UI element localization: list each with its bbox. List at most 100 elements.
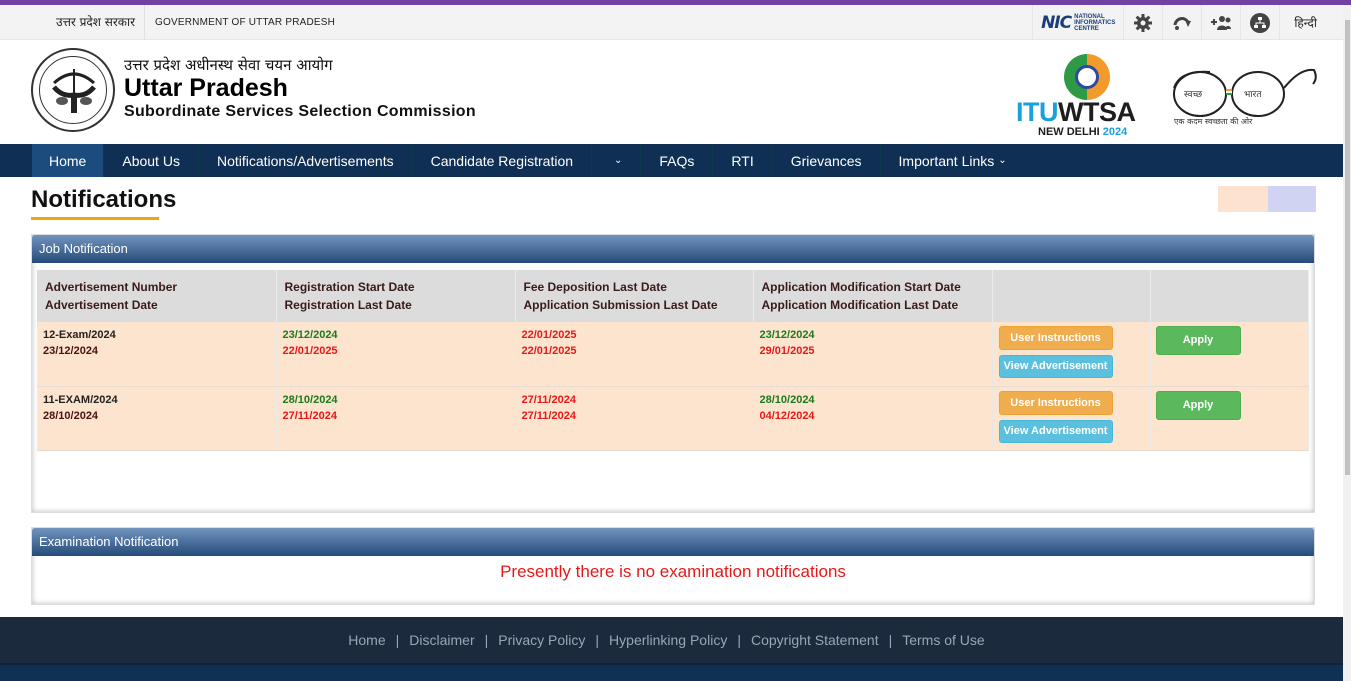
up-state-emblem-logo[interactable] (31, 48, 115, 132)
cell-actions: User Instructions View Advertisement (992, 322, 1151, 387)
footer-link-copyright-statement[interactable]: Copyright Statement (751, 632, 879, 648)
job-notification-table: Advertisement Number Advertisement Date R… (37, 270, 1309, 451)
itu-wtsa-logo[interactable]: ITUWTSA NEW DELHI 2024 (1016, 54, 1158, 140)
nav-more-dropdown[interactable]: ⌄ (592, 144, 642, 177)
header-line: Advertisement Date (45, 298, 158, 312)
apply-button[interactable]: Apply (1155, 390, 1241, 420)
job-notification-heading: Job Notification (32, 235, 1314, 263)
nav-about-us[interactable]: About Us (104, 144, 199, 177)
header-line: Application Modification Last Date (761, 298, 959, 312)
nav-label: Grievances (790, 152, 862, 169)
examination-notification-panel: Examination Notification Presently there… (31, 526, 1315, 605)
chevron-down-icon: ⌄ (614, 155, 623, 166)
header-apply (1150, 270, 1309, 322)
nic-mark: NIC (1041, 12, 1072, 33)
swachh-left-text: स्वच्छ (1184, 90, 1203, 100)
sitemap-button[interactable] (1240, 5, 1279, 40)
nav-grievances[interactable]: Grievances (773, 144, 881, 177)
table-spacer (37, 451, 1309, 512)
footer-separator: | (595, 632, 600, 648)
language-link-hindi[interactable]: हिन्दी (1288, 14, 1323, 31)
language-toggle[interactable]: हिन्दी (1279, 5, 1331, 40)
skip-to-content-icon (1171, 12, 1193, 34)
accessibility-users-button[interactable] (1201, 5, 1240, 40)
accessibility-users-icon (1210, 12, 1232, 34)
itu-globe-icon (1064, 54, 1110, 100)
no-examination-message: Presently there is no examination notifi… (500, 561, 846, 581)
nav-notifications-advertisements[interactable]: Notifications/Advertisements (199, 144, 413, 177)
header-registration: Registration Start Date Registration Last… (276, 270, 516, 322)
site-footer: Home | Disclaimer | Privacy Policy | Hyp… (0, 617, 1343, 681)
header-line: Registration Last Date (284, 298, 412, 312)
site-title: Uttar Pradesh (124, 74, 288, 102)
footer-link-terms-of-use[interactable]: Terms of Use (902, 632, 984, 648)
nav-candidate-registration[interactable]: Candidate Registration (413, 144, 593, 177)
gov-hindi-label: उत्तर प्रदेश सरकार (47, 5, 146, 40)
advertisement-date: 28/10/2024 (43, 409, 99, 422)
itu-year: 2024 (1102, 126, 1128, 138)
examination-notification-heading: Examination Notification (32, 527, 1314, 556)
footer-link-hyperlinking-policy[interactable]: Hyperlinking Policy (609, 632, 727, 648)
nav-rti[interactable]: RTI (713, 144, 773, 177)
cell-actions: User Instructions View Advertisement (992, 386, 1151, 451)
emblem-bow-icon (52, 69, 96, 113)
site-subtitle: Subordinate Services Selection Commissio… (124, 103, 476, 120)
registration-last-date: 22/01/2025 (282, 345, 338, 357)
nav-home[interactable]: Home (32, 144, 105, 177)
footer-link-home[interactable]: Home (348, 632, 385, 648)
swachh-bharat-logo[interactable]: स्वच्छ भारत एक कदम स्वच्छता की ओर (1170, 58, 1318, 128)
nav-important-links[interactable]: Important Links ⌄ (881, 144, 1025, 177)
nic-text-line: CENTRE (1074, 25, 1099, 32)
cell-advertisement: 11-EXAM/2024 28/10/2024 (37, 386, 277, 451)
view-advertisement-button[interactable]: View Advertisement (998, 355, 1113, 378)
skip-to-content-button[interactable] (1162, 5, 1201, 40)
advertisement-date: 23/12/2024 (43, 345, 99, 357)
header-line: Registration Start Date (284, 280, 415, 294)
color-theme-swatch-lavender[interactable] (1268, 186, 1316, 212)
gov-english-label: GOVERNMENT OF UTTAR PRADESH (155, 17, 336, 28)
cell-apply: Apply (1150, 386, 1309, 451)
registration-last-date: 27/11/2024 (282, 409, 337, 422)
itu-city: NEW DELHI (1038, 126, 1100, 138)
color-theme-swatch-peach[interactable] (1218, 186, 1272, 212)
header-fee-submission: Fee Deposition Last Date Application Subm… (515, 270, 754, 322)
cell-registration: 28/10/2024 27/11/2024 (276, 386, 516, 451)
cell-fee-submission: 22/01/2025 22/01/2025 (515, 322, 754, 387)
footer-link-disclaimer[interactable]: Disclaimer (409, 632, 474, 648)
main-navigation: Home About Us Notifications/Advertisemen… (0, 144, 1351, 177)
swachh-tagline: एक कदम स्वच्छता की ओर (1174, 117, 1253, 126)
page-title: Notifications (31, 186, 176, 220)
cell-apply: Apply (1150, 322, 1309, 387)
registration-start-date: 23/12/2024 (282, 329, 338, 341)
sitemap-icon (1249, 12, 1271, 34)
main-content: Notifications Job Notification Advertise… (0, 177, 1351, 605)
settings-button[interactable] (1123, 5, 1162, 40)
itu-word: ITU (1016, 97, 1059, 127)
view-advertisement-button[interactable]: View Advertisement (998, 419, 1113, 443)
footer-bottom-bar (0, 663, 1343, 681)
nav-label: Notifications/Advertisements (216, 152, 394, 169)
nic-text: NATIONAL INFORMATICS CENTRE (1074, 14, 1115, 32)
advertisement-number: 11-EXAM/2024 (43, 393, 118, 406)
footer-link-privacy-policy[interactable]: Privacy Policy (498, 632, 585, 648)
job-notification-panel: Job Notification Advertisement Number Adv… (31, 234, 1315, 513)
site-header: उत्तर प्रदेश अधीनस्थ सेवा चयन आयोग Uttar… (0, 40, 1351, 144)
chevron-down-icon: ⌄ (998, 155, 1007, 166)
submission-last-date: 22/01/2025 (521, 345, 577, 357)
user-instructions-button[interactable]: User Instructions (998, 326, 1113, 350)
nav-label: FAQs (659, 152, 695, 169)
apply-button[interactable]: Apply (1155, 326, 1241, 355)
table-row: 11-EXAM/2024 28/10/2024 28/10/2024 27/11/2… (37, 386, 1309, 451)
user-instructions-button[interactable]: User Instructions (998, 390, 1113, 415)
cell-advertisement: 12-Exam/2024 23/12/2024 (37, 322, 277, 387)
nic-logo[interactable]: NIC NATIONAL INFORMATICS CENTRE (1032, 5, 1123, 40)
itu-city-year: NEW DELHI 2024 (1038, 126, 1127, 138)
footer-separator: | (888, 632, 893, 648)
nav-label: RTI (731, 152, 754, 169)
nav-faqs[interactable]: FAQs (641, 144, 714, 177)
table-header-row: Advertisement Number Advertisement Date R… (37, 270, 1309, 322)
modification-start-date: 28/10/2024 (759, 393, 815, 406)
nav-label: About Us (122, 152, 180, 169)
modification-start-date: 23/12/2024 (759, 329, 815, 341)
footer-links: Home | Disclaimer | Privacy Policy | Hyp… (0, 617, 1343, 663)
